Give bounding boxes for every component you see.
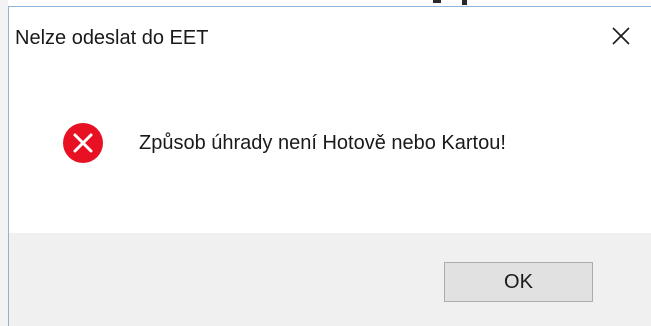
screen: Nelze odeslat do EET Způsob úhrady není …: [0, 0, 651, 326]
background-fragment: [462, 0, 467, 5]
ok-button[interactable]: OK: [444, 262, 593, 302]
message-dialog: Nelze odeslat do EET Způsob úhrady není …: [8, 6, 651, 326]
dialog-titlebar[interactable]: Nelze odeslat do EET: [9, 7, 651, 65]
background-window-edge: [0, 0, 8, 326]
dialog-content: Způsob úhrady není Hotově nebo Kartou!: [9, 65, 651, 233]
background-fragment: [433, 0, 441, 3]
close-button[interactable]: [591, 7, 651, 65]
dialog-footer: OK: [9, 233, 651, 326]
dialog-message: Způsob úhrady není Hotově nebo Kartou!: [139, 132, 506, 154]
dialog-title: Nelze odeslat do EET: [15, 27, 209, 49]
close-icon: [612, 27, 630, 45]
error-icon: [63, 123, 103, 163]
